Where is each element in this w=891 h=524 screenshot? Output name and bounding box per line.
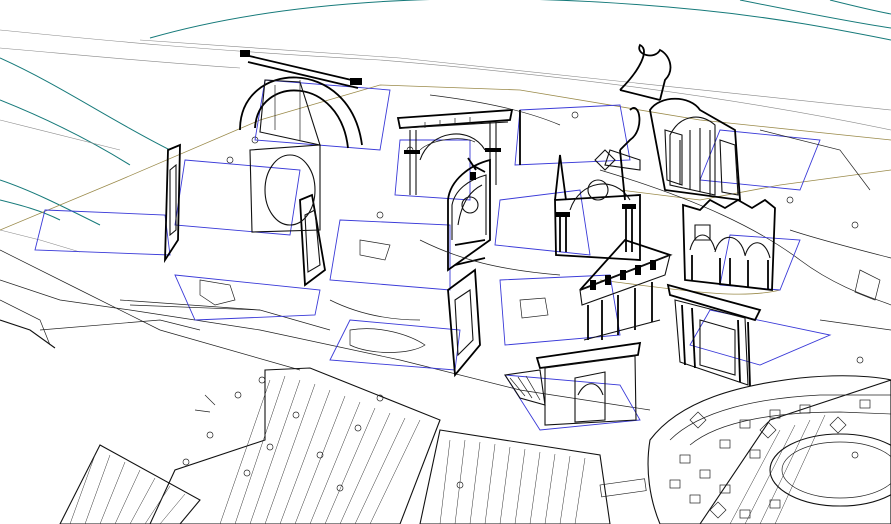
cad-viewport[interactable] [0,0,891,524]
gothic-tracery [447,157,491,272]
doorway-portal [666,283,762,387]
ground-shapes [39,94,891,353]
gothic-facade [554,149,641,261]
architectural-3d-model-drawing[interactable] [0,0,891,524]
scrolled-pediment [604,43,741,202]
hatched-footprints [59,367,891,524]
arched-gateway [239,50,363,149]
pedimented-portico [579,238,673,341]
pavilion-facade [504,341,642,426]
plan-outlines [34,79,832,431]
crenellated-arcade [682,198,776,292]
